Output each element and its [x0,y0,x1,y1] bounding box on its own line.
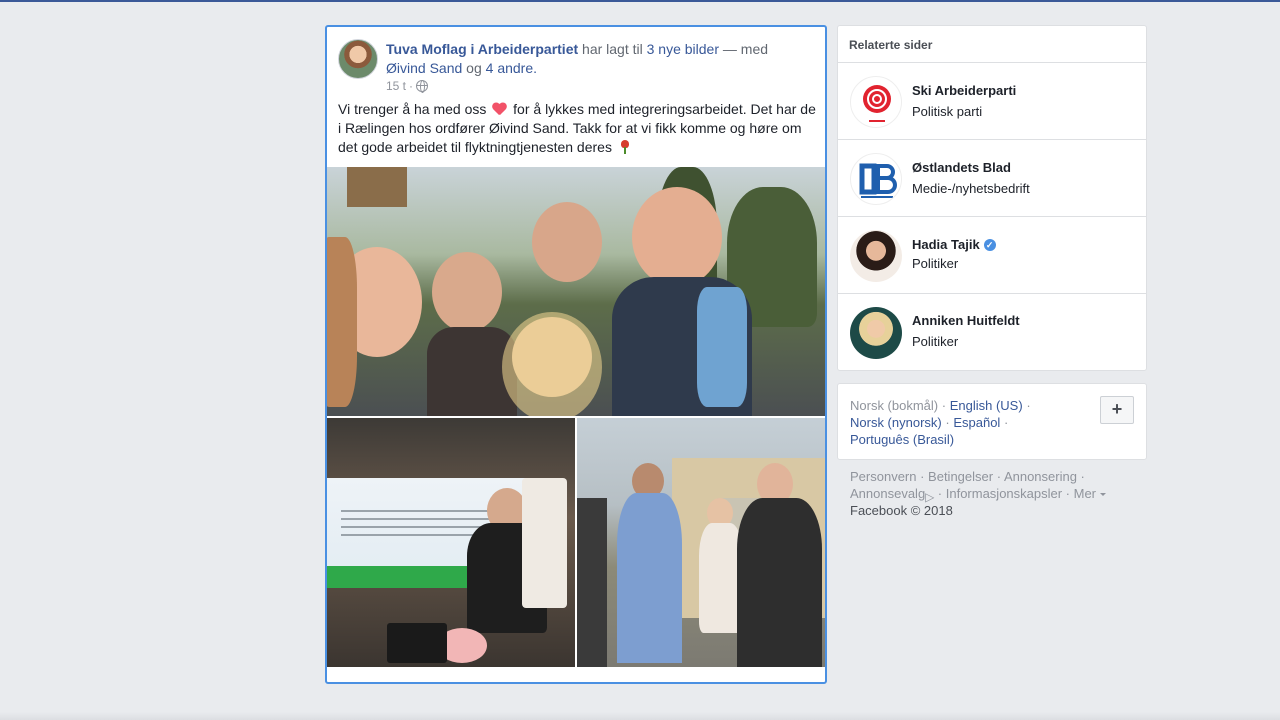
related-item-name[interactable]: Østlandets Blad [912,160,1011,175]
globe-icon[interactable] [416,80,429,93]
tagged-person-link[interactable]: Øivind Sand [386,60,462,76]
separator: · [1026,398,1031,413]
heart-emoji-icon [492,103,507,116]
period: . [533,60,538,76]
footer: Personvern · Betingelser · Annonsering ·… [850,468,1140,519]
author-link[interactable]: Tuva Moflag i Arbeiderpartiet [386,41,578,57]
and-text: og [466,60,482,76]
related-pages-card: Relaterte sider Ski Arbeiderparti Politi… [837,25,1147,371]
language-norsk-nynorsk[interactable]: Norsk (nynorsk) [850,415,942,430]
top-bar-edge [0,0,1280,2]
hadia-tajik-avatar[interactable] [850,230,902,282]
photo-hair [502,312,602,416]
photo-body [617,493,682,663]
author-avatar[interactable] [338,39,378,79]
post-text: Vi trenger å ha med oss for å lykkes med… [338,100,818,157]
add-language-button[interactable]: + [1100,396,1134,424]
related-item-category: Politiker [912,256,959,271]
copyright: Facebook © 2018 [850,503,953,518]
post-photo-1[interactable] [327,167,825,416]
language-espanol[interactable]: Español [953,415,1000,430]
anniken-huitfeldt-avatar[interactable] [850,307,902,359]
footer-link-personvern[interactable]: Personvern [850,469,916,484]
ostlandets-blad-logo-icon[interactable] [850,153,902,205]
bottom-edge [0,712,1280,720]
arbeiderpartiet-rose-logo-icon[interactable] [850,76,902,128]
current-language: Norsk (bokmål) [850,398,939,413]
photo-face [532,202,602,282]
related-item-name[interactable]: Ski Arbeiderparti [912,83,1016,98]
post-card: Tuva Moflag i Arbeiderpartiet har lagt t… [325,25,827,684]
related-item-name-row[interactable]: Hadia Tajik ✓ [912,237,996,252]
language-card: Norsk (bokmål) · English (US) · Norsk (n… [837,383,1147,460]
footer-link-annonsering[interactable]: Annonsering [1004,469,1077,484]
related-item-ostlandets-blad[interactable]: Østlandets Blad Medie-/nyhetsbedrift [838,139,1146,216]
language-english-us[interactable]: English (US) [950,398,1023,413]
verified-badge-icon: ✓ [983,238,996,251]
footer-link-betingelser[interactable]: Betingelser [928,469,993,484]
footer-link-mer[interactable]: Mer [1074,486,1096,501]
related-pages-title: Relaterte sider [849,38,933,52]
language-list: Norsk (bokmål) · English (US) · Norsk (n… [850,397,1090,448]
post-text-part1: Vi trenger å ha med oss [338,101,487,117]
chevron-down-icon[interactable] [1099,493,1106,496]
related-item-ski-arbeiderparti[interactable]: Ski Arbeiderparti Politisk parti [838,62,1146,139]
photos-link[interactable]: 3 nye bilder [647,41,719,57]
photo-laptop [387,623,447,663]
related-item-category: Politiker [912,334,959,349]
others-link[interactable]: 4 andre [486,60,533,76]
photo-face [632,187,722,287]
post-action: har lagt til [582,41,643,57]
separator: · [941,398,947,413]
photo-jacket [697,287,747,407]
related-item-name[interactable]: Anniken Huitfeldt [912,313,1020,328]
post-meta: 15 t · [386,79,429,93]
timestamp[interactable]: 15 t [386,79,406,93]
photo-body [577,498,607,667]
separator: · [1003,415,1009,430]
photo-face [432,252,502,332]
footer-link-informasjonskapsler[interactable]: Informasjonskapsler [946,486,1062,501]
rose-emoji-icon [619,140,631,154]
separator: · [945,415,950,430]
related-item-name[interactable]: Hadia Tajik [912,237,980,252]
photo-flipchart [522,478,567,608]
photo-body [737,498,822,667]
post-header-text: Tuva Moflag i Arbeiderpartiet har lagt t… [386,40,786,78]
photo-roof [347,167,407,207]
related-item-category: Politisk parti [912,104,983,119]
photo-hair [327,237,357,407]
related-item-category: Medie-/nyhetsbedrift [912,181,1030,196]
footer-link-annonsevalg[interactable]: Annonsevalg [850,486,925,501]
post-photo-2[interactable] [327,418,575,667]
meta-dot: · [409,79,414,93]
with-text: — med [722,41,769,57]
language-portugues-brasil[interactable]: Português (Brasil) [850,432,954,447]
related-item-hadia-tajik[interactable]: Hadia Tajik ✓ Politiker [838,216,1146,293]
post-photo-3[interactable] [577,418,825,667]
related-item-anniken-huitfeldt[interactable]: Anniken Huitfeldt Politiker [838,293,1146,370]
